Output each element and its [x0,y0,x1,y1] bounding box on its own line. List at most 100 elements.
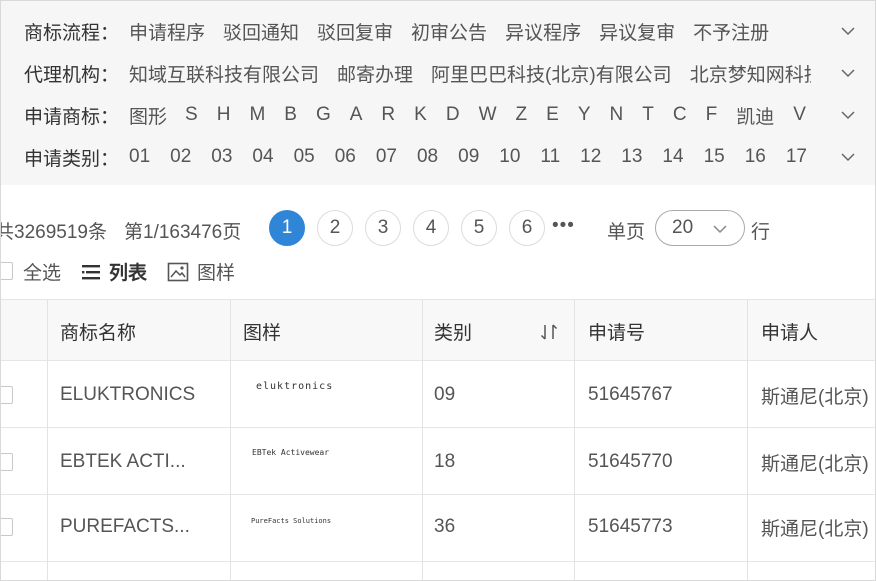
table-row[interactable]: EBTEK ACTI... EBTek Activewear 18 516457… [1,429,875,495]
filter-option[interactable]: 北京梦知网科技有限公司 [690,60,811,87]
filter-option[interactable]: 申请程序 [129,18,205,45]
sort-icon[interactable] [539,322,559,347]
applicant: 斯通尼(北京) [761,453,869,475]
filter-option[interactable]: 03 [211,146,232,168]
filter-option[interactable]: B [284,104,297,126]
filter-options: 图形 S H M B G A R K D W Z E Y N T C F 凯迪 … [129,100,811,130]
column-divider [747,299,748,580]
filter-option[interactable]: 14 [662,146,683,168]
filter-option[interactable]: Y [578,104,591,126]
page-button-5[interactable]: 5 [461,210,497,246]
select-all-checkbox[interactable] [1,262,13,280]
column-header-name: 商标名称 [60,322,137,344]
trademark-sample-image: eluktronics [256,381,334,392]
filter-option[interactable]: 12 [580,146,601,168]
filter-row-process: 商标流程： 申请程序 驳回通知 驳回复审 初审公告 异议程序 异议复审 不予注册 [1,10,875,52]
filter-option[interactable]: 驳回复审 [317,18,393,45]
filter-option[interactable]: 13 [621,146,642,168]
per-page-label: 单页 [607,222,646,243]
trademark-name: PUREFACTS... [60,516,190,537]
filter-option[interactable]: 初审公告 [411,18,487,45]
filter-option[interactable]: 知域互联科技有限公司 [129,60,319,87]
filter-option[interactable]: 15 [704,146,725,168]
pagination: 共3269519条 第1/163476页 1 2 3 4 5 6 ••• 单页 … [0,205,875,251]
filter-option[interactable]: 17 [786,146,807,168]
filter-option[interactable]: G [316,104,331,126]
application-number: 51645773 [588,516,673,537]
filter-option[interactable]: 异议程序 [505,18,581,45]
filter-panel: 商标流程： 申请程序 驳回通知 驳回复审 初审公告 异议程序 异议复审 不予注册… [1,1,875,185]
chevron-down-icon[interactable] [839,106,857,124]
image-view-button[interactable]: 图样 [167,258,235,285]
trademark-name: ELUKTRONICS [60,384,196,405]
column-header-app-no: 申请号 [588,322,646,344]
filter-option[interactable]: Z [516,104,528,126]
filter-option[interactable]: S [185,104,198,126]
column-header-sample: 图样 [243,322,282,344]
filter-option[interactable]: N [610,104,624,126]
filter-option[interactable]: K [414,104,427,126]
row-checkbox[interactable] [1,386,13,404]
filter-option[interactable]: T [642,104,654,126]
filter-option[interactable]: 11 [540,146,560,168]
filter-option[interactable]: W [479,104,497,126]
filter-option[interactable]: A [350,104,363,126]
chevron-down-icon[interactable] [839,22,857,40]
page-button-4[interactable]: 4 [413,210,449,246]
filter-option[interactable]: 08 [417,146,438,168]
filter-option[interactable]: 06 [335,146,356,168]
filter-option[interactable]: 10 [499,146,520,168]
per-page-value: 20 [672,217,694,238]
filter-option[interactable]: 07 [376,146,397,168]
column-divider [422,299,423,580]
page-button-3[interactable]: 3 [365,210,401,246]
applicant: 斯通尼(北京) [761,386,869,408]
filter-option[interactable]: 凯迪 [736,102,774,129]
per-page-select[interactable]: 20 [655,210,745,246]
filter-option[interactable]: E [546,104,559,126]
filter-row-agency: 代理机构： 知域互联科技有限公司 邮寄办理 阿里巴巴科技(北京)有限公司 北京梦… [1,52,875,94]
filter-option[interactable]: 图形 [129,102,167,129]
filter-option[interactable]: 04 [252,146,273,168]
filter-option[interactable]: 02 [170,146,191,168]
filter-option[interactable]: M [249,104,265,126]
chevron-down-icon[interactable] [839,148,857,166]
filter-option[interactable]: 01 [129,146,150,168]
select-all-label[interactable]: 全选 [23,258,61,285]
per-page-unit: 行 [751,222,771,243]
more-pages[interactable]: ••• [552,215,575,237]
filter-option[interactable]: 05 [294,146,315,168]
filter-option[interactable]: F [706,104,718,126]
view-toolbar: 全选 列表 图样 [1,255,875,287]
page-button-6[interactable]: 6 [509,210,545,246]
filter-option[interactable]: H [217,104,231,126]
filter-option[interactable]: C [673,104,687,126]
image-icon [167,262,189,281]
page-button-1[interactable]: 1 [269,210,305,246]
list-view-button[interactable]: 列表 [81,258,147,285]
filter-option[interactable]: D [446,104,460,126]
list-view-label: 列表 [109,263,148,284]
filter-option[interactable]: 驳回通知 [223,18,299,45]
filter-option[interactable]: R [381,104,395,126]
page-button-2[interactable]: 2 [317,210,353,246]
filter-option[interactable]: 16 [745,146,766,168]
filter-option[interactable]: 异议复审 [599,18,675,45]
trademark-sample-image: PureFacts Solutions [251,517,332,525]
row-checkbox[interactable] [1,453,13,471]
total-count: 共3269519条 [0,222,107,243]
column-header-applicant: 申请人 [761,322,819,344]
filter-option[interactable]: V [793,104,806,126]
filter-option[interactable]: 不予注册 [693,18,769,45]
column-divider [574,299,575,580]
filter-options: 01 02 03 04 05 06 07 08 09 10 11 12 13 1… [129,142,811,172]
filter-option[interactable]: 09 [458,146,479,168]
trademark-class: 18 [434,451,456,472]
chevron-down-icon[interactable] [839,64,857,82]
table-row[interactable]: PUREFACTS... PureFacts Solutions 36 5164… [1,496,875,562]
table-row[interactable]: ELUKTRONICS eluktronics 09 51645767 斯通尼(… [1,362,875,428]
filter-option[interactable]: 阿里巴巴科技(北京)有限公司 [431,60,672,87]
column-divider [230,299,231,580]
row-checkbox[interactable] [1,518,13,536]
filter-option[interactable]: 邮寄办理 [337,60,413,87]
